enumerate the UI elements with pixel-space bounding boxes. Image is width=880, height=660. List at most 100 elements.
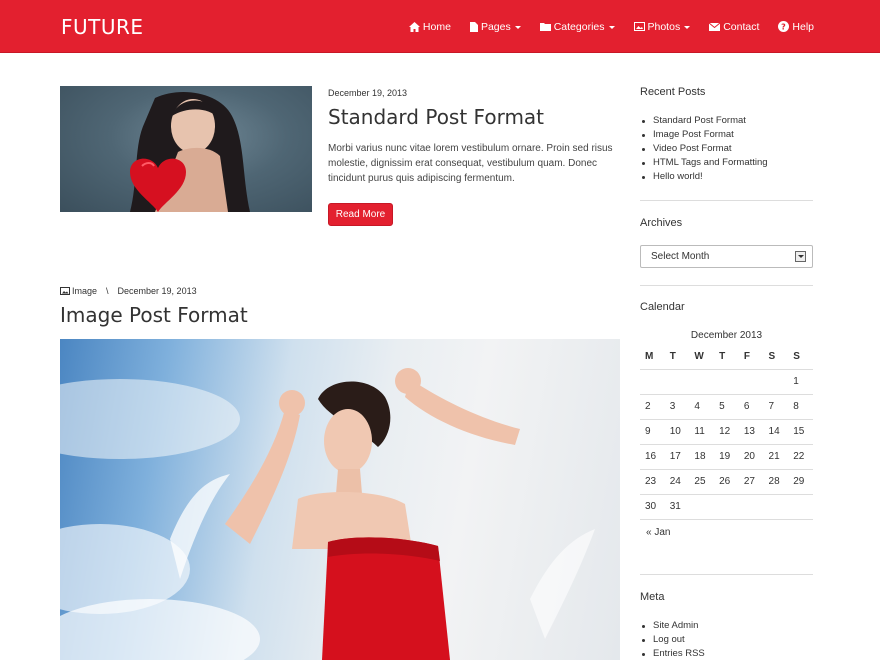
picture-icon xyxy=(633,22,645,31)
woman-in-red-dress-illustration xyxy=(60,368,595,660)
calendar-day: 5 xyxy=(714,394,739,420)
calendar-prev-link[interactable]: « Jan xyxy=(646,527,670,538)
calendar-day: 9 xyxy=(640,419,665,445)
picture-icon xyxy=(60,287,70,295)
calendar-week-row: 23 24 25 26 27 28 29 xyxy=(640,469,813,495)
question-circle-icon: ? xyxy=(778,21,790,32)
calendar-title: Calendar xyxy=(640,301,685,313)
calendar-day: 1 xyxy=(788,369,813,395)
calendar-day: 7 xyxy=(763,394,789,420)
nav-pages[interactable]: Pages xyxy=(469,20,521,33)
archives-select-value: Select Month xyxy=(651,251,710,262)
calendar-day: 10 xyxy=(664,419,690,445)
meta-link[interactable]: Log out xyxy=(640,633,705,647)
envelope-icon xyxy=(709,22,721,31)
post-date[interactable]: December 19, 2013 xyxy=(118,286,197,296)
calendar-week-row: 16 17 18 19 20 21 22 xyxy=(640,444,813,470)
recent-post-link[interactable]: Standard Post Format xyxy=(640,114,768,128)
calendar-day: 4 xyxy=(689,394,715,420)
calendar-day xyxy=(689,494,715,520)
post-meta: Image \ December 19, 2013 xyxy=(60,286,197,296)
calendar-day: 3 xyxy=(664,394,690,420)
weekday-header: S xyxy=(763,344,789,370)
post-title[interactable]: Standard Post Format xyxy=(328,105,544,129)
calendar-day: 17 xyxy=(664,444,690,470)
nav-help-label: Help xyxy=(792,20,814,33)
woman-with-heart-illustration xyxy=(130,92,250,212)
weekday-header: S xyxy=(788,344,813,370)
calendar-day xyxy=(664,369,690,395)
calendar-day: 8 xyxy=(788,394,813,420)
weekday-header: T xyxy=(714,344,739,370)
nav-categories[interactable]: Categories xyxy=(539,20,615,33)
recent-post-link[interactable]: HTML Tags and Formatting xyxy=(640,156,768,170)
calendar-day: 29 xyxy=(788,469,813,495)
site-brand[interactable]: FUTURE xyxy=(61,15,144,39)
nav-photos-label: Photos xyxy=(647,20,681,33)
calendar-day: 25 xyxy=(689,469,715,495)
calendar-day: 28 xyxy=(763,469,789,495)
calendar-day: 27 xyxy=(738,469,764,495)
chevron-down-icon xyxy=(608,25,615,29)
weekday-header: W xyxy=(689,344,715,370)
calendar-day xyxy=(640,369,665,395)
post-date[interactable]: December 19, 2013 xyxy=(328,88,407,98)
archives-title: Archives xyxy=(640,217,683,229)
calendar-table: M T W T F S S 1 2 3 4 5 6 7 8 9 10 11 12… xyxy=(640,344,813,520)
meta-title: Meta xyxy=(640,591,665,603)
post-format-link[interactable]: Image xyxy=(72,286,97,296)
chevron-down-icon xyxy=(684,25,691,29)
archives-select[interactable]: Select Month xyxy=(640,245,813,268)
recent-posts-list: Standard Post Format Image Post Format V… xyxy=(640,114,768,184)
calendar-caption: December 2013 xyxy=(690,330,763,341)
main-nav: Home Pages Categories Photos Contact ? H… xyxy=(390,0,814,53)
calendar-day xyxy=(763,369,789,395)
calendar-day: 16 xyxy=(640,444,665,470)
svg-text:?: ? xyxy=(782,23,787,32)
calendar-day: 19 xyxy=(714,444,739,470)
calendar-day xyxy=(714,369,739,395)
calendar-day: 18 xyxy=(689,444,715,470)
calendar-day: 12 xyxy=(714,419,739,445)
chevron-down-icon xyxy=(514,25,521,29)
calendar-day: 23 xyxy=(640,469,665,495)
recent-posts-title: Recent Posts xyxy=(640,86,706,98)
meta-link[interactable]: Entries RSS xyxy=(640,647,705,660)
calendar-day: 6 xyxy=(738,394,764,420)
home-icon xyxy=(408,21,420,32)
calendar-day: 20 xyxy=(738,444,764,470)
weekday-header: M xyxy=(640,344,665,370)
post-thumbnail-image[interactable] xyxy=(60,86,312,212)
file-icon xyxy=(469,21,478,32)
calendar-day xyxy=(714,494,739,520)
nav-home-label: Home xyxy=(422,20,451,33)
nav-home[interactable]: Home xyxy=(408,20,451,33)
post-featured-image[interactable] xyxy=(60,339,620,660)
calendar-day: 22 xyxy=(788,444,813,470)
read-more-button[interactable]: Read More xyxy=(328,203,393,226)
post-title[interactable]: Image Post Format xyxy=(60,303,248,327)
recent-post-link[interactable]: Video Post Format xyxy=(640,142,768,156)
calendar-day: 21 xyxy=(763,444,789,470)
calendar-day xyxy=(689,369,715,395)
chevron-down-icon[interactable] xyxy=(795,251,806,262)
calendar-week-row: 9 10 11 12 13 14 15 xyxy=(640,419,813,445)
recent-post-link[interactable]: Hello world! xyxy=(640,170,768,184)
calendar-day: 15 xyxy=(788,419,813,445)
meta-link[interactable]: Site Admin xyxy=(640,619,705,633)
nav-photos[interactable]: Photos xyxy=(633,20,691,33)
weekday-header: F xyxy=(738,344,764,370)
calendar-day xyxy=(738,494,764,520)
nav-contact[interactable]: Contact xyxy=(709,21,759,33)
calendar-day xyxy=(738,369,764,395)
nav-help[interactable]: ? Help xyxy=(778,21,814,33)
widget-divider xyxy=(640,285,813,286)
calendar-week-row: 2 3 4 5 6 7 8 xyxy=(640,394,813,420)
nav-categories-label: Categories xyxy=(553,20,605,33)
widget-divider xyxy=(640,574,813,575)
nav-pages-label: Pages xyxy=(480,20,511,33)
meta-separator: \ xyxy=(106,286,109,296)
post-excerpt: Morbi varius nunc vitae lorem vestibulum… xyxy=(328,143,613,184)
recent-post-link[interactable]: Image Post Format xyxy=(640,128,768,142)
nav-contact-label: Contact xyxy=(723,20,760,33)
